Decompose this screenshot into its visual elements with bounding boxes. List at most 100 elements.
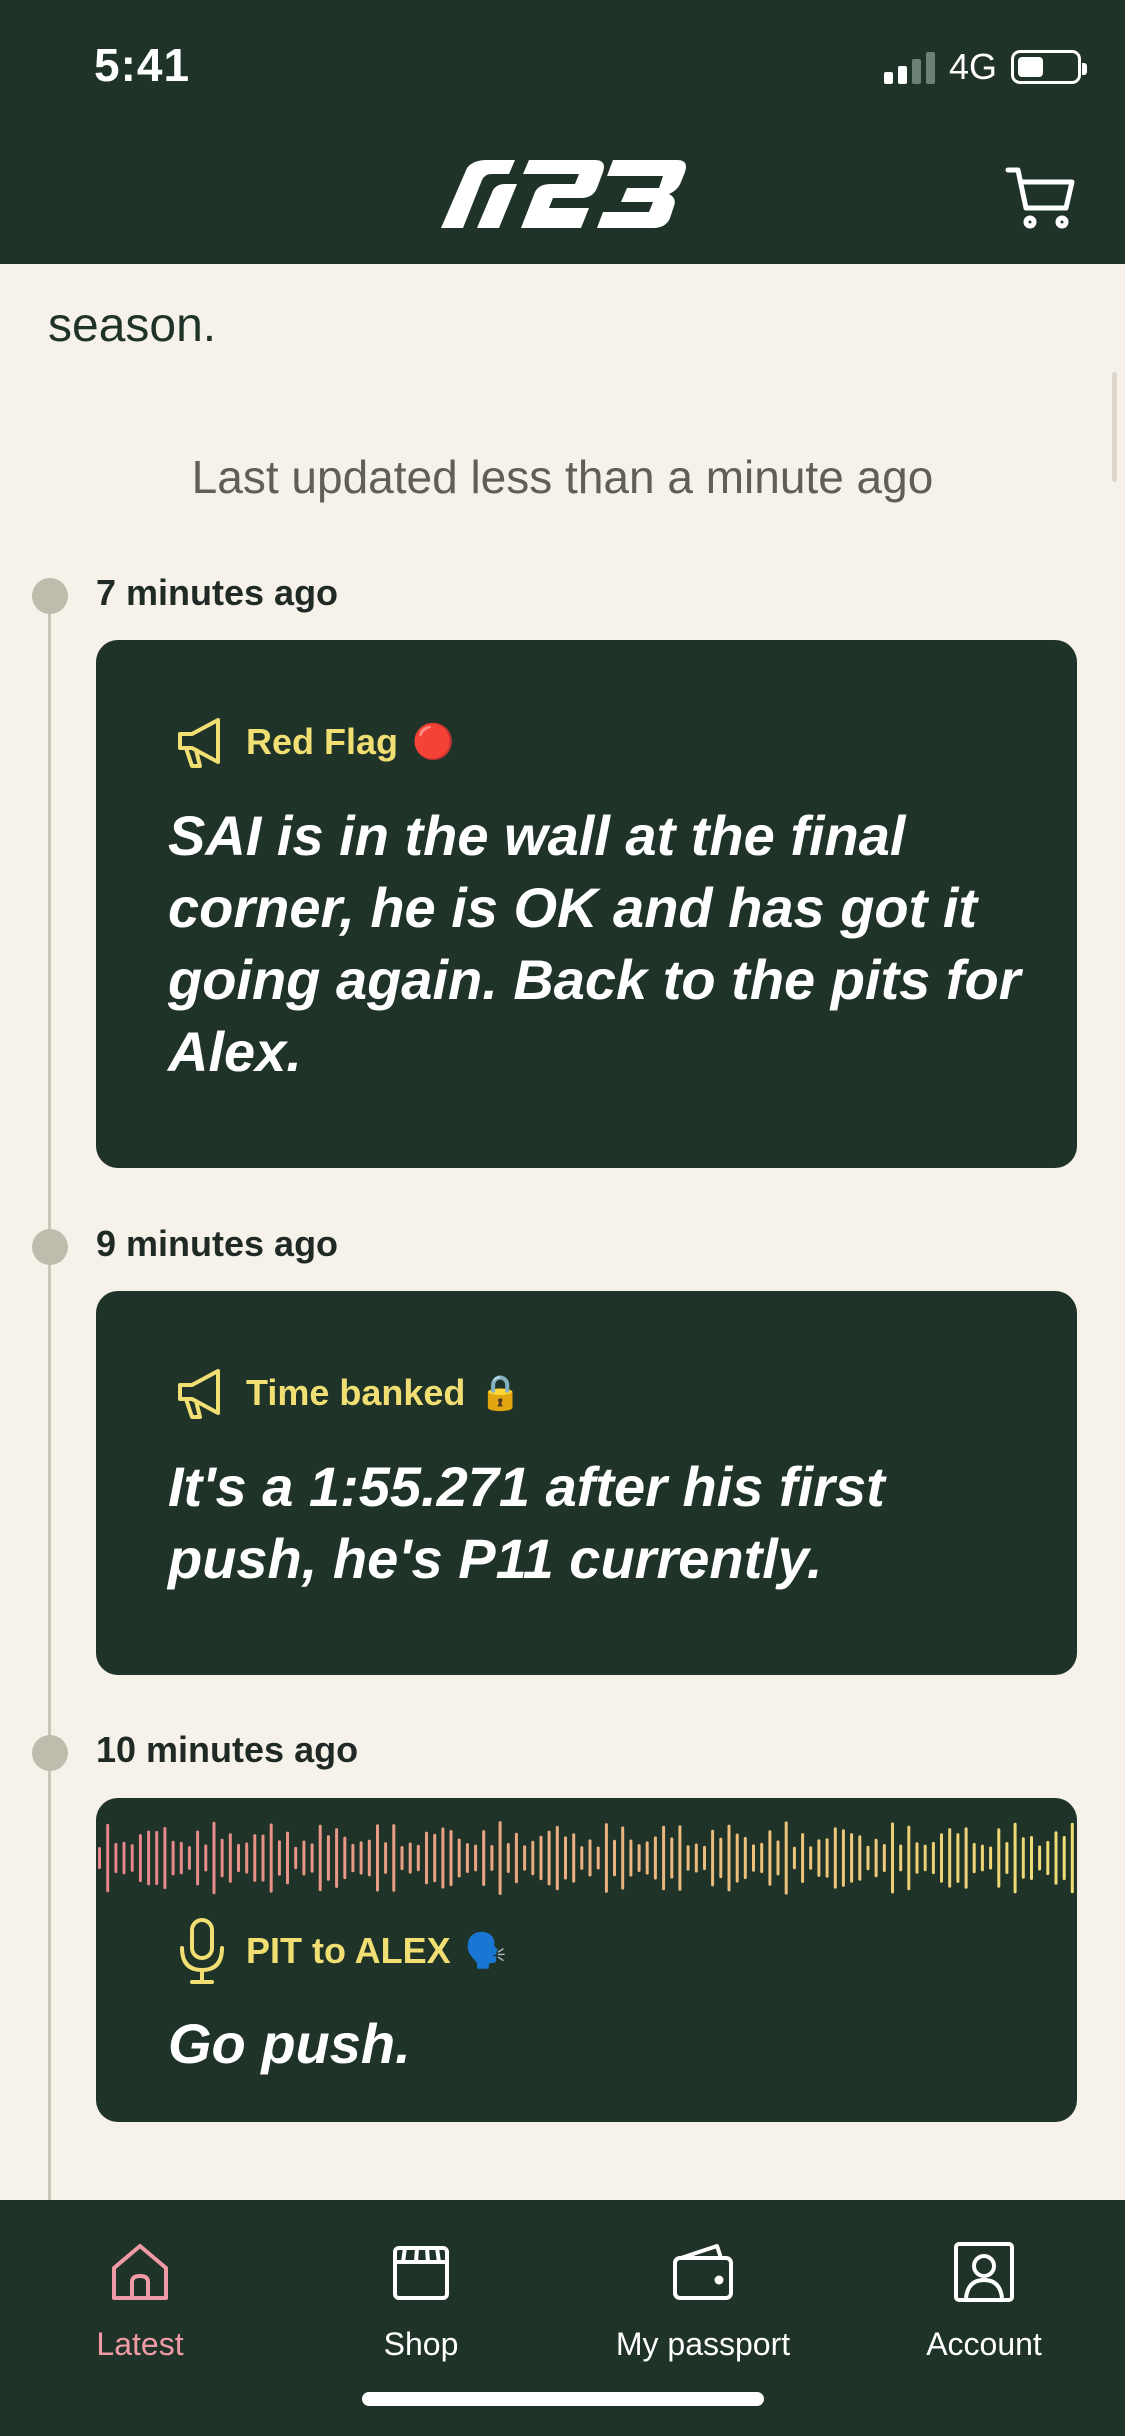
waveform-bar (523, 1845, 527, 1871)
waveform-bar (335, 1828, 339, 1888)
waveform-bar (621, 1826, 625, 1890)
waveform-bar (196, 1830, 200, 1886)
waveform-bar (1013, 1822, 1017, 1894)
timeline-dot (32, 1229, 68, 1265)
waveform-bar (441, 1827, 445, 1889)
shop-icon (393, 2246, 449, 2300)
intro-text: second Grand Prix of the 2024 Formula 1 … (48, 264, 928, 352)
nav-label: Latest (96, 2326, 184, 2362)
live-feed[interactable]: second Grand Prix of the 2024 Formula 1 … (0, 264, 1125, 2200)
entry-time: 10 minutes ago (96, 1729, 359, 1770)
waveform-bar (997, 1828, 1001, 1888)
waveform-bar (138, 1834, 142, 1883)
waveform-bar (653, 1836, 657, 1880)
waveform-bar (572, 1833, 576, 1883)
nav-label: My passport (615, 2326, 791, 2362)
waveform-bar (931, 1841, 935, 1875)
waveform-bar (637, 1844, 641, 1872)
waveform-bar (874, 1838, 878, 1878)
waveform-bar (98, 1847, 101, 1869)
nav-label: Shop (383, 2326, 459, 2362)
waveform-bar (457, 1838, 461, 1878)
waveform-bar (711, 1829, 715, 1887)
waveform-bar (948, 1828, 952, 1888)
waveform-bar (956, 1833, 960, 1883)
feed-card-time-banked: Time banked 🔒 It's a 1:55.271 after his … (96, 1291, 1077, 1675)
megaphone-icon (178, 718, 220, 768)
waveform-bar (359, 1841, 363, 1875)
feed-card-radio: PIT to ALEX 🗣️ Go push. (96, 1798, 1077, 2122)
microphone-icon (180, 1918, 224, 1984)
waveform-bar (866, 1845, 870, 1871)
waveform-bar (1021, 1837, 1025, 1879)
waveform-bar (269, 1823, 273, 1893)
cart-icon[interactable] (1004, 160, 1078, 234)
waveform-bar (1062, 1836, 1066, 1881)
waveform-bar (171, 1840, 175, 1876)
nav-my-passport[interactable]: My passport (583, 2228, 823, 2368)
waveform-bar (686, 1845, 690, 1871)
waveform-bar (580, 1846, 584, 1870)
waveform-bar (384, 1842, 388, 1874)
timeline-dot (32, 1735, 68, 1771)
waveform-bar (286, 1831, 289, 1885)
waveform-bar (155, 1830, 159, 1885)
waveform-bar (1038, 1845, 1042, 1871)
waveform-bar (825, 1838, 829, 1878)
waveform-bar (735, 1833, 739, 1883)
account-icon (954, 2242, 1014, 2302)
status-time: 5:41 (94, 39, 191, 91)
waveform-bar (433, 1833, 437, 1883)
nav-shop[interactable]: Shop (301, 2228, 541, 2368)
waveform-bar (392, 1824, 396, 1892)
waveform-bar (204, 1844, 208, 1872)
waveform-bar (588, 1839, 592, 1877)
home-icon (112, 2244, 168, 2300)
audio-waveform[interactable] (96, 1818, 1077, 1898)
waveform-bar (326, 1835, 330, 1881)
waveform-bar (907, 1825, 911, 1891)
top-bar: 5:41 4G (0, 0, 1125, 264)
waveform-bar (449, 1830, 453, 1887)
waveform-bar (596, 1846, 600, 1870)
waveform-bar (899, 1844, 903, 1872)
waveform-bar (719, 1837, 723, 1879)
entry-time: 7 minutes ago (96, 572, 339, 613)
waveform-bar (604, 1823, 608, 1893)
waveform-bar (539, 1835, 543, 1881)
waveform-bar (678, 1825, 682, 1891)
nav-account[interactable]: Account (864, 2228, 1104, 2368)
waveform-bar (882, 1844, 886, 1872)
waveform-bar (277, 1840, 281, 1876)
a23-logo[interactable] (437, 158, 687, 232)
waveform-bar (343, 1836, 347, 1880)
card-title: Red Flag (246, 721, 399, 762)
waveform-bar (760, 1842, 764, 1874)
nav-label: Account (926, 2326, 1042, 2362)
waveform-bar (564, 1836, 567, 1880)
nav-latest[interactable]: Latest (20, 2228, 260, 2368)
waveform-bar (220, 1838, 224, 1878)
waveform-bar (237, 1843, 240, 1873)
waveform-bar (318, 1824, 322, 1892)
waveform-bar (179, 1841, 183, 1875)
waveform-bar (531, 1840, 535, 1876)
waveform-bar (261, 1834, 265, 1882)
waveform-bar (940, 1833, 943, 1883)
waveform-bar (416, 1844, 420, 1872)
waveform-bar (662, 1825, 666, 1891)
waveform-bar (980, 1844, 984, 1872)
waveform-bar (1054, 1831, 1058, 1885)
timeline-line (48, 594, 51, 2200)
waveform-bar (514, 1832, 518, 1884)
home-indicator (362, 2392, 764, 2406)
waveform-bar (408, 1842, 412, 1874)
waveform-bar (752, 1844, 755, 1872)
waveform-bar (833, 1827, 837, 1889)
waveform-bar (376, 1824, 379, 1892)
waveform-bar (245, 1842, 249, 1874)
lock-icon: 🔒 (479, 1374, 522, 1412)
waveform-bar (670, 1837, 674, 1879)
waveform-bar (743, 1836, 747, 1880)
waveform-bar (1030, 1836, 1033, 1880)
